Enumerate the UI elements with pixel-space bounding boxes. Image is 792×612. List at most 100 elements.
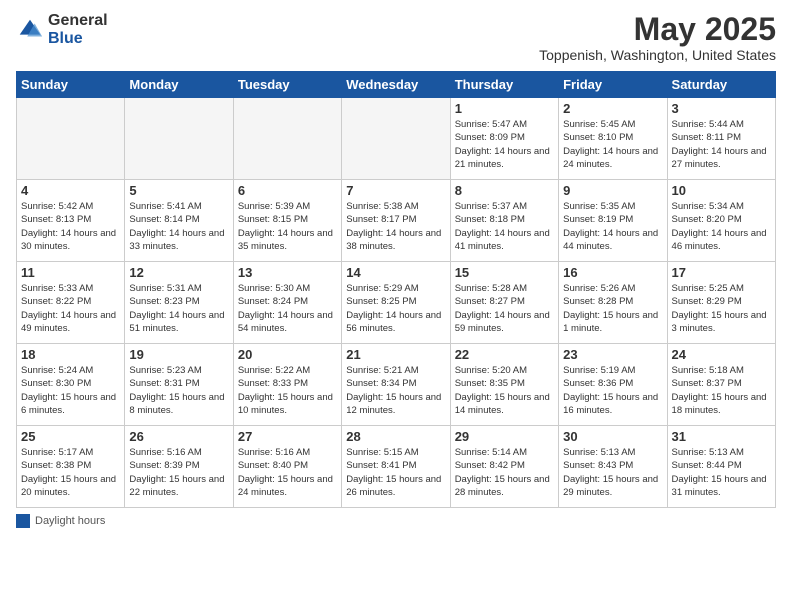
day-info: Sunrise: 5:21 AM Sunset: 8:34 PM Dayligh… [346, 364, 445, 417]
calendar-header: Sunday Monday Tuesday Wednesday Thursday… [17, 72, 776, 98]
day-info: Sunrise: 5:22 AM Sunset: 8:33 PM Dayligh… [238, 364, 337, 417]
day-cell: 27 Sunrise: 5:16 AM Sunset: 8:40 PM Dayli… [233, 426, 341, 508]
day-cell: 14 Sunrise: 5:29 AM Sunset: 8:25 PM Dayli… [342, 262, 450, 344]
day-cell: 21 Sunrise: 5:21 AM Sunset: 8:34 PM Dayli… [342, 344, 450, 426]
day-number: 11 [21, 265, 120, 280]
day-cell: 19Sunrise: 5:23 AM Sunset: 8:31 PM Dayli… [125, 344, 233, 426]
col-saturday: Saturday [667, 72, 775, 98]
day-number: 22 [455, 347, 554, 362]
day-number: 21 [346, 347, 445, 362]
day-info: Sunrise: 5:42 AM Sunset: 8:13 PM Dayligh… [21, 200, 120, 253]
logo-icon [16, 16, 44, 44]
day-number: 14 [346, 265, 445, 280]
day-number: 17 [672, 265, 771, 280]
day-info: Sunrise: 5:29 AM Sunset: 8:25 PM Dayligh… [346, 282, 445, 335]
day-cell: 16Sunrise: 5:26 AM Sunset: 8:28 PM Dayli… [559, 262, 667, 344]
day-info: Sunrise: 5:35 AM Sunset: 8:19 PM Dayligh… [563, 200, 662, 253]
day-number: 16 [563, 265, 662, 280]
day-cell: 1 Sunrise: 5:47 AM Sunset: 8:09 PM Daylig… [450, 98, 558, 180]
day-info: Sunrise: 5:38 AM Sunset: 8:17 PM Dayligh… [346, 200, 445, 253]
logo-blue: Blue [48, 30, 108, 48]
day-cell: 11Sunrise: 5:33 AM Sunset: 8:22 PM Dayli… [17, 262, 125, 344]
daylight-legend: Daylight hours [16, 514, 105, 528]
day-number: 3 [672, 101, 771, 116]
calendar-body: 1 Sunrise: 5:47 AM Sunset: 8:09 PM Daylig… [17, 98, 776, 508]
daylight-swatch [16, 514, 30, 528]
day-number: 8 [455, 183, 554, 198]
day-cell: 9 Sunrise: 5:35 AM Sunset: 8:19 PM Daylig… [559, 180, 667, 262]
day-info: Sunrise: 5:13 AM Sunset: 8:44 PM Dayligh… [672, 446, 771, 499]
footer: Daylight hours [16, 514, 776, 528]
day-cell [125, 98, 233, 180]
day-number: 29 [455, 429, 554, 444]
day-cell: 5 Sunrise: 5:41 AM Sunset: 8:14 PM Daylig… [125, 180, 233, 262]
day-number: 30 [563, 429, 662, 444]
day-info: Sunrise: 5:24 AM Sunset: 8:30 PM Dayligh… [21, 364, 120, 417]
day-info: Sunrise: 5:47 AM Sunset: 8:09 PM Dayligh… [455, 118, 554, 171]
day-number: 5 [129, 183, 228, 198]
day-info: Sunrise: 5:31 AM Sunset: 8:23 PM Dayligh… [129, 282, 228, 335]
week-row-3: 18 Sunrise: 5:24 AM Sunset: 8:30 PM Dayli… [17, 344, 776, 426]
header: General Blue May 2025 Toppenish, Washing… [16, 12, 776, 63]
day-number: 15 [455, 265, 554, 280]
day-number: 18 [21, 347, 120, 362]
day-cell: 2 Sunrise: 5:45 AM Sunset: 8:10 PM Daylig… [559, 98, 667, 180]
day-cell: 18 Sunrise: 5:24 AM Sunset: 8:30 PM Dayli… [17, 344, 125, 426]
day-info: Sunrise: 5:28 AM Sunset: 8:27 PM Dayligh… [455, 282, 554, 335]
day-cell [342, 98, 450, 180]
day-info: Sunrise: 5:44 AM Sunset: 8:11 PM Dayligh… [672, 118, 771, 171]
day-cell: 31 Sunrise: 5:13 AM Sunset: 8:44 PM Dayli… [667, 426, 775, 508]
subtitle: Toppenish, Washington, United States [539, 47, 776, 63]
day-cell [17, 98, 125, 180]
week-row-2: 11Sunrise: 5:33 AM Sunset: 8:22 PM Dayli… [17, 262, 776, 344]
day-info: Sunrise: 5:13 AM Sunset: 8:43 PM Dayligh… [563, 446, 662, 499]
day-info: Sunrise: 5:19 AM Sunset: 8:36 PM Dayligh… [563, 364, 662, 417]
day-number: 19 [129, 347, 228, 362]
week-row-4: 25 Sunrise: 5:17 AM Sunset: 8:38 PM Dayli… [17, 426, 776, 508]
day-number: 26 [129, 429, 228, 444]
logo-text: General Blue [48, 12, 108, 47]
day-info: Sunrise: 5:37 AM Sunset: 8:18 PM Dayligh… [455, 200, 554, 253]
day-number: 4 [21, 183, 120, 198]
day-cell: 26 Sunrise: 5:16 AM Sunset: 8:39 PM Dayli… [125, 426, 233, 508]
day-cell: 29Sunrise: 5:14 AM Sunset: 8:42 PM Dayli… [450, 426, 558, 508]
day-info: Sunrise: 5:34 AM Sunset: 8:20 PM Dayligh… [672, 200, 771, 253]
week-row-0: 1 Sunrise: 5:47 AM Sunset: 8:09 PM Daylig… [17, 98, 776, 180]
col-friday: Friday [559, 72, 667, 98]
col-thursday: Thursday [450, 72, 558, 98]
day-cell: 24Sunrise: 5:18 AM Sunset: 8:37 PM Dayli… [667, 344, 775, 426]
col-sunday: Sunday [17, 72, 125, 98]
day-number: 20 [238, 347, 337, 362]
day-info: Sunrise: 5:41 AM Sunset: 8:14 PM Dayligh… [129, 200, 228, 253]
col-tuesday: Tuesday [233, 72, 341, 98]
day-cell: 12Sunrise: 5:31 AM Sunset: 8:23 PM Dayli… [125, 262, 233, 344]
day-number: 23 [563, 347, 662, 362]
day-number: 31 [672, 429, 771, 444]
day-info: Sunrise: 5:45 AM Sunset: 8:10 PM Dayligh… [563, 118, 662, 171]
day-number: 6 [238, 183, 337, 198]
title-area: May 2025 Toppenish, Washington, United S… [539, 12, 776, 63]
day-cell: 10 Sunrise: 5:34 AM Sunset: 8:20 PM Dayli… [667, 180, 775, 262]
day-number: 28 [346, 429, 445, 444]
day-number: 9 [563, 183, 662, 198]
calendar: Sunday Monday Tuesday Wednesday Thursday… [16, 71, 776, 508]
day-cell: 7 Sunrise: 5:38 AM Sunset: 8:17 PM Daylig… [342, 180, 450, 262]
day-number: 27 [238, 429, 337, 444]
day-cell: 23 Sunrise: 5:19 AM Sunset: 8:36 PM Dayli… [559, 344, 667, 426]
day-number: 25 [21, 429, 120, 444]
day-cell: 20 Sunrise: 5:22 AM Sunset: 8:33 PM Dayli… [233, 344, 341, 426]
day-info: Sunrise: 5:39 AM Sunset: 8:15 PM Dayligh… [238, 200, 337, 253]
day-info: Sunrise: 5:16 AM Sunset: 8:39 PM Dayligh… [129, 446, 228, 499]
day-number: 1 [455, 101, 554, 116]
day-info: Sunrise: 5:16 AM Sunset: 8:40 PM Dayligh… [238, 446, 337, 499]
day-number: 7 [346, 183, 445, 198]
day-number: 10 [672, 183, 771, 198]
col-wednesday: Wednesday [342, 72, 450, 98]
day-info: Sunrise: 5:15 AM Sunset: 8:41 PM Dayligh… [346, 446, 445, 499]
day-number: 2 [563, 101, 662, 116]
day-info: Sunrise: 5:17 AM Sunset: 8:38 PM Dayligh… [21, 446, 120, 499]
header-row: Sunday Monday Tuesday Wednesday Thursday… [17, 72, 776, 98]
day-number: 13 [238, 265, 337, 280]
day-cell: 17Sunrise: 5:25 AM Sunset: 8:29 PM Dayli… [667, 262, 775, 344]
day-cell: 25 Sunrise: 5:17 AM Sunset: 8:38 PM Dayli… [17, 426, 125, 508]
